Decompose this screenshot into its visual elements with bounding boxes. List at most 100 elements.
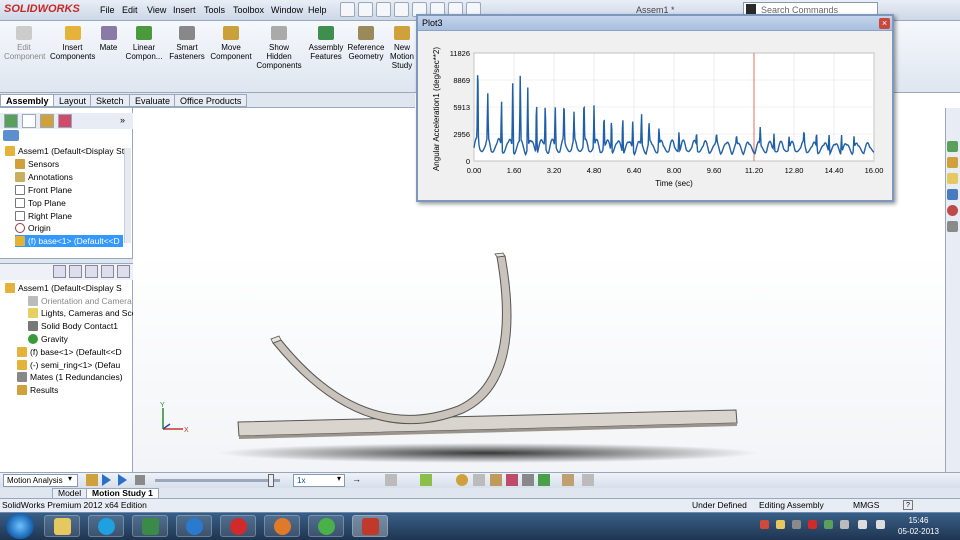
tree-item-origin[interactable]: Origin [15, 222, 51, 234]
move-component-button[interactable]: Move Component [209, 24, 253, 61]
taskbar-opera[interactable] [220, 515, 256, 537]
menu-toolbox[interactable]: Toolbox [233, 5, 264, 15]
tab-office-products[interactable]: Office Products [174, 94, 248, 107]
motor-icon[interactable] [456, 474, 468, 486]
chevron-down-icon[interactable]: ▾ [337, 474, 341, 483]
menu-window[interactable]: Window [271, 5, 303, 15]
show-hidden-components-button[interactable]: Show Hidden Components [256, 24, 302, 70]
contact-toolbar-icon[interactable] [522, 474, 534, 486]
solidworks-logo[interactable]: SOLIDWORKS [4, 3, 80, 15]
expand-pane-icon[interactable]: » [120, 115, 125, 125]
feature-tree-tab-icon[interactable] [4, 114, 18, 128]
tree-item-right-plane[interactable]: Right Plane [15, 210, 72, 222]
configuration-tab-icon[interactable] [40, 114, 54, 128]
menu-help[interactable]: Help [308, 5, 327, 15]
taskbar-chrome[interactable] [308, 515, 344, 537]
semi-ring[interactable] [272, 255, 512, 425]
autokey-icon[interactable] [420, 474, 432, 486]
tree-item-annotations[interactable]: Annotations [15, 171, 73, 183]
tab-sketch[interactable]: Sketch [90, 94, 130, 107]
motion-filter-icon[interactable] [53, 265, 66, 278]
tab-assembly[interactable]: Assembly [0, 94, 55, 107]
motion-tree-orientation[interactable]: Orientation and Camera [28, 295, 132, 307]
gravity-toolbar-icon[interactable] [538, 474, 550, 486]
mate-button[interactable]: Mate [96, 24, 121, 52]
tray-icon[interactable] [792, 520, 801, 529]
tab-motion-study-1[interactable]: Motion Study 1 [86, 488, 159, 499]
motion-tree-contact[interactable]: Solid Body Contact1 [28, 320, 118, 332]
motion-tree-base[interactable]: (f) base<1> (Default<<D [17, 346, 122, 358]
save-animation-icon[interactable] [385, 474, 397, 486]
view-palette-icon[interactable] [947, 189, 958, 200]
smart-fasteners-button[interactable]: Smart Fasteners [167, 24, 207, 61]
menu-insert[interactable]: Insert [173, 5, 196, 15]
motion-filter-selected-icon[interactable] [101, 265, 114, 278]
start-button-icon[interactable] [6, 513, 34, 539]
new-document-icon[interactable] [358, 2, 373, 17]
motion-tree-lights[interactable]: Lights, Cameras and Sce [28, 307, 136, 319]
plot-window[interactable]: Plot3 × 0.00 1.60 3.20 4.80 6.40 8.00 9.60 11.2… [416, 14, 894, 202]
damper-icon[interactable] [490, 474, 502, 486]
property-manager-tab-icon[interactable] [22, 114, 36, 128]
motion-tree-semi-ring[interactable]: (-) semi_ring<1> (Defau [17, 359, 120, 371]
reference-geometry-button[interactable]: Reference Geometry [346, 24, 386, 61]
tab-model[interactable]: Model [52, 488, 88, 499]
motion-tree-gravity[interactable]: Gravity [28, 333, 68, 345]
tree-root-assembly[interactable]: Assem1 (Default<Display St [5, 145, 124, 157]
motion-tree-mates[interactable]: Mates (1 Redundancies) [17, 371, 123, 383]
force-icon[interactable] [506, 474, 518, 486]
motion-type-select[interactable]: Motion Analysis [3, 474, 78, 487]
tray-icon[interactable] [808, 520, 817, 529]
units-status[interactable]: MMGS [853, 500, 879, 510]
tree-item-base[interactable]: (f) base<1> (Default<<D [15, 235, 123, 247]
menu-tools[interactable]: Tools [204, 5, 225, 15]
linear-component-pattern-button[interactable]: Linear Compon... [123, 24, 165, 61]
taskbar-solidworks[interactable] [352, 515, 388, 537]
pushpin-icon[interactable] [340, 2, 355, 17]
study-properties-icon[interactable] [582, 474, 594, 486]
tab-layout[interactable]: Layout [53, 94, 93, 107]
playback-slider[interactable] [155, 479, 280, 482]
save-icon[interactable] [394, 2, 409, 17]
network-icon[interactable] [840, 520, 849, 529]
system-clock[interactable]: 15:46 05-02-2013 [898, 515, 939, 537]
insert-components-button[interactable]: Insert Components [50, 24, 95, 61]
stop-icon[interactable] [135, 475, 145, 485]
menu-view[interactable]: View [147, 5, 166, 15]
new-motion-study-button[interactable]: New Motion Study [388, 24, 416, 70]
taskbar-matlab[interactable] [132, 515, 168, 537]
flag-icon[interactable] [876, 520, 885, 529]
filter-icon[interactable] [3, 130, 19, 141]
appearances-icon[interactable] [947, 205, 958, 216]
results-plots-icon[interactable] [562, 474, 574, 486]
playback-slider-thumb[interactable] [268, 474, 274, 487]
help-icon[interactable]: ? [903, 500, 913, 510]
taskbar-skype[interactable] [88, 515, 124, 537]
chevron-down-icon[interactable]: ▾ [68, 474, 72, 483]
menu-file[interactable]: File [100, 5, 115, 15]
motion-tree-root[interactable]: Assem1 (Default<Display S [5, 282, 122, 294]
tab-evaluate[interactable]: Evaluate [129, 94, 177, 107]
taskbar-firefox[interactable] [264, 515, 300, 537]
open-icon[interactable] [376, 2, 391, 17]
plot-titlebar[interactable] [418, 16, 892, 31]
tree-item-sensors[interactable]: Sensors [15, 158, 59, 170]
display-manager-tab-icon[interactable] [58, 114, 72, 128]
tree-item-front-plane[interactable]: Front Plane [15, 184, 72, 196]
playback-mode-icon[interactable]: → [352, 474, 361, 484]
taskbar-ie[interactable] [176, 515, 212, 537]
custom-properties-icon[interactable] [947, 221, 958, 232]
volume-icon[interactable] [858, 520, 867, 529]
edit-component-button[interactable]: Edit Component [4, 24, 45, 61]
close-icon[interactable]: × [879, 18, 890, 29]
motion-filter-results-icon[interactable] [117, 265, 130, 278]
solidworks-resources-icon[interactable] [947, 141, 958, 152]
motion-tree-results[interactable]: Results [17, 384, 58, 396]
tray-icon[interactable] [824, 520, 833, 529]
spring-icon[interactable] [473, 474, 485, 486]
file-explorer-icon[interactable] [947, 173, 958, 184]
tray-icon[interactable] [776, 520, 785, 529]
design-library-icon[interactable] [947, 157, 958, 168]
tree-item-top-plane[interactable]: Top Plane [15, 197, 66, 209]
play-from-start-icon[interactable] [118, 474, 127, 486]
